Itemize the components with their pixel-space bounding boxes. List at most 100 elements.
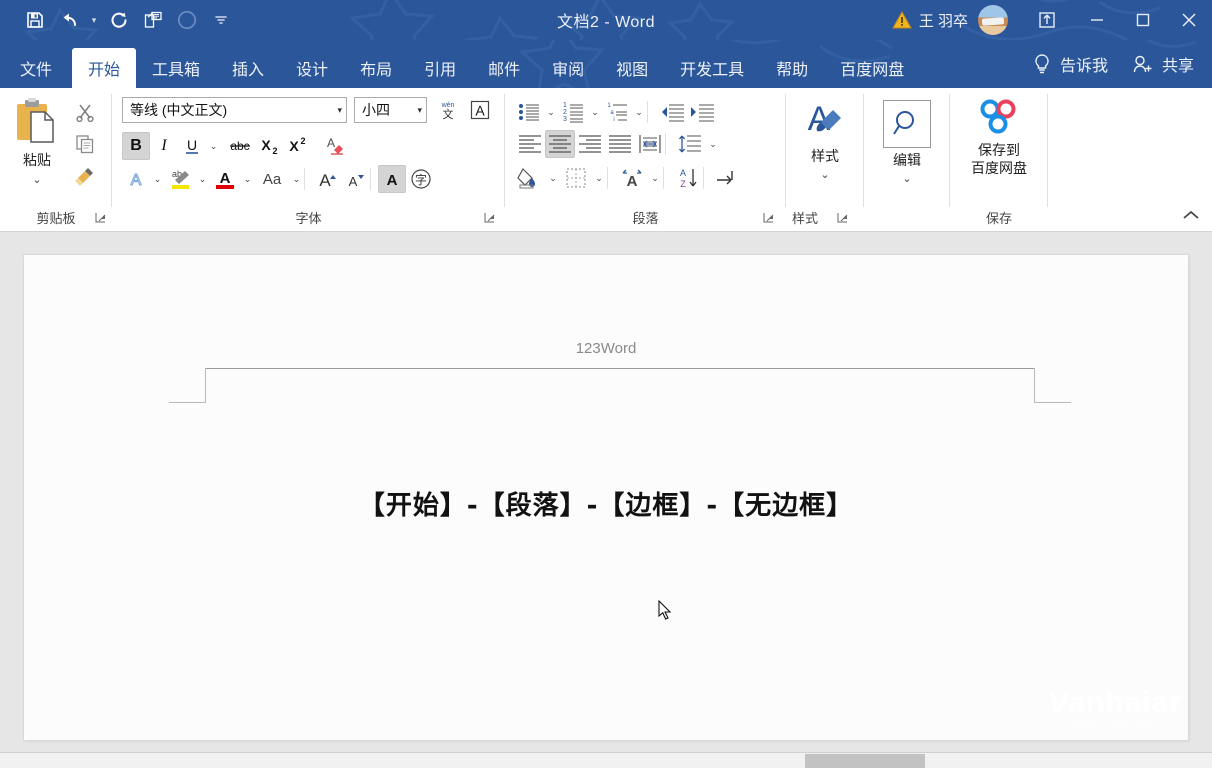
maximize-button[interactable]: [1120, 0, 1166, 40]
font-color-button[interactable]: A: [210, 165, 240, 193]
multilevel-list-button[interactable]: 1ai: [603, 99, 631, 125]
styles-dialog-launcher[interactable]: [836, 211, 850, 225]
align-center-button[interactable]: [545, 130, 575, 158]
underline-dropdown-icon[interactable]: ⌄: [206, 132, 221, 160]
header-text[interactable]: 123Word: [24, 340, 1188, 357]
redo-icon[interactable]: [102, 3, 136, 37]
highlight-button[interactable]: ab: [165, 165, 195, 193]
customize-qat-icon[interactable]: [204, 3, 238, 37]
shrink-font-button[interactable]: A: [342, 165, 370, 193]
shading-dropdown-icon[interactable]: ⌄: [545, 164, 561, 192]
document-body-paragraph[interactable]: 【开始】-【段落】-【边框】-【无边框】: [24, 485, 1188, 522]
borders-dropdown-icon[interactable]: ⌄: [591, 164, 607, 192]
tab-home[interactable]: 开始: [72, 48, 136, 88]
ribbon-display-options-icon[interactable]: [1020, 0, 1074, 40]
avatar[interactable]: [978, 5, 1008, 35]
adjust-list-indents-button[interactable]: A: [617, 164, 647, 192]
font-color-dropdown-icon[interactable]: ⌄: [240, 165, 255, 193]
change-case-dropdown-icon[interactable]: ⌄: [289, 165, 304, 193]
character-shading-button[interactable]: A: [378, 165, 406, 193]
tab-help[interactable]: 帮助: [760, 48, 824, 88]
change-case-button[interactable]: Aa: [255, 165, 289, 193]
font-name-combobox[interactable]: 等线 (中文正文) ▾: [122, 97, 347, 123]
close-button[interactable]: [1166, 0, 1212, 40]
quick-access-toolbar[interactable]: ▾: [18, 0, 238, 40]
horizontal-scrollbar-thumb[interactable]: [805, 754, 925, 768]
chevron-down-icon[interactable]: ▾: [417, 105, 422, 116]
styles-dropdown-icon[interactable]: ⌄: [820, 170, 829, 181]
paste-button[interactable]: 粘贴 ⌄: [8, 96, 66, 192]
adjust-indents-dropdown-icon[interactable]: ⌄: [647, 164, 663, 192]
minimize-button[interactable]: [1074, 0, 1120, 40]
user-name[interactable]: 王 羽卒: [919, 10, 968, 31]
clear-formatting-button[interactable]: A: [320, 132, 350, 160]
share-button[interactable]: 共享: [1118, 52, 1212, 76]
tab-references[interactable]: 引用: [408, 48, 472, 88]
tab-developer[interactable]: 开发工具: [664, 48, 760, 88]
distribute-button[interactable]: [635, 130, 665, 158]
increase-indent-button[interactable]: [687, 99, 717, 125]
tab-baidu-netdisk[interactable]: 百度网盘: [824, 48, 920, 88]
borders-button[interactable]: [561, 164, 591, 192]
tab-review[interactable]: 审阅: [536, 48, 600, 88]
copy-button[interactable]: [70, 130, 100, 158]
editing-dropdown-icon[interactable]: ⌄: [902, 174, 911, 185]
undo-dropdown-icon[interactable]: ▾: [86, 3, 102, 37]
align-left-button[interactable]: [515, 130, 545, 158]
superscript-button[interactable]: X2: [283, 132, 311, 160]
document-page[interactable]: 123Word 【开始】-【段落】-【边框】-【无边框】 Vanhaiar ww…: [24, 255, 1188, 740]
bullets-dropdown-icon[interactable]: ⌄: [543, 99, 559, 125]
tab-list[interactable]: 文件 开始 工具箱 插入 设计 布局 引用 邮件 审阅 视图 开发工具 帮助 百…: [0, 40, 920, 88]
circle-icon[interactable]: [170, 3, 204, 37]
character-border-button[interactable]: A: [466, 97, 494, 123]
sort-button[interactable]: AZ: [673, 164, 703, 192]
format-painter-button[interactable]: [70, 162, 100, 190]
tab-design[interactable]: 设计: [280, 48, 344, 88]
line-spacing-dropdown-icon[interactable]: ⌄: [705, 130, 721, 158]
decrease-indent-button[interactable]: [657, 99, 687, 125]
tell-me-button[interactable]: 告诉我: [1022, 52, 1118, 76]
multilevel-dropdown-icon[interactable]: ⌄: [631, 99, 647, 125]
start-from-beginning-icon[interactable]: [136, 3, 170, 37]
horizontal-scrollbar[interactable]: [0, 752, 1212, 768]
bold-button[interactable]: B: [122, 132, 150, 160]
enclose-character-button[interactable]: 字: [406, 165, 436, 193]
strikethrough-button[interactable]: abc: [225, 132, 255, 160]
grow-font-button[interactable]: A: [314, 165, 342, 193]
text-effects-dropdown-icon[interactable]: ⌄: [150, 165, 165, 193]
tab-toolbox[interactable]: 工具箱: [136, 48, 216, 88]
italic-button[interactable]: I: [150, 132, 178, 160]
show-formatting-marks-button[interactable]: [711, 164, 741, 192]
document-canvas[interactable]: 123Word 【开始】-【段落】-【边框】-【无边框】 Vanhaiar ww…: [0, 232, 1212, 752]
collapse-ribbon-button[interactable]: [1178, 203, 1204, 227]
numbering-button[interactable]: 123: [559, 99, 587, 125]
save-icon[interactable]: [18, 3, 52, 37]
undo-icon[interactable]: [52, 3, 86, 37]
phonetic-guide-button[interactable]: wén文: [434, 97, 462, 123]
editing-button[interactable]: 编辑 ⌄: [864, 100, 950, 185]
styles-button[interactable]: A 样式 ⌄: [786, 98, 864, 181]
align-right-button[interactable]: [575, 130, 605, 158]
underline-button[interactable]: U: [178, 132, 206, 160]
cut-button[interactable]: [70, 98, 100, 126]
justify-button[interactable]: [605, 130, 635, 158]
clipboard-dialog-launcher[interactable]: [94, 211, 108, 225]
tab-view[interactable]: 视图: [600, 48, 664, 88]
highlight-dropdown-icon[interactable]: ⌄: [195, 165, 210, 193]
save-to-baidu-button[interactable]: 保存到 百度网盘: [950, 96, 1048, 177]
bullets-button[interactable]: [515, 99, 543, 125]
font-size-combobox[interactable]: 小四 ▾: [354, 97, 427, 123]
subscript-button[interactable]: X2: [255, 132, 283, 160]
text-effects-button[interactable]: A: [122, 165, 150, 193]
paste-dropdown-icon[interactable]: ⌄: [32, 175, 41, 186]
numbering-dropdown-icon[interactable]: ⌄: [587, 99, 603, 125]
tab-file[interactable]: 文件: [0, 48, 72, 88]
warning-icon[interactable]: [891, 10, 913, 30]
font-dialog-launcher[interactable]: [483, 211, 497, 225]
paragraph-dialog-launcher[interactable]: [762, 211, 776, 225]
tab-layout[interactable]: 布局: [344, 48, 408, 88]
tab-insert[interactable]: 插入: [216, 48, 280, 88]
line-spacing-button[interactable]: [675, 130, 705, 158]
tab-mailings[interactable]: 邮件: [472, 48, 536, 88]
shading-button[interactable]: [515, 164, 545, 192]
